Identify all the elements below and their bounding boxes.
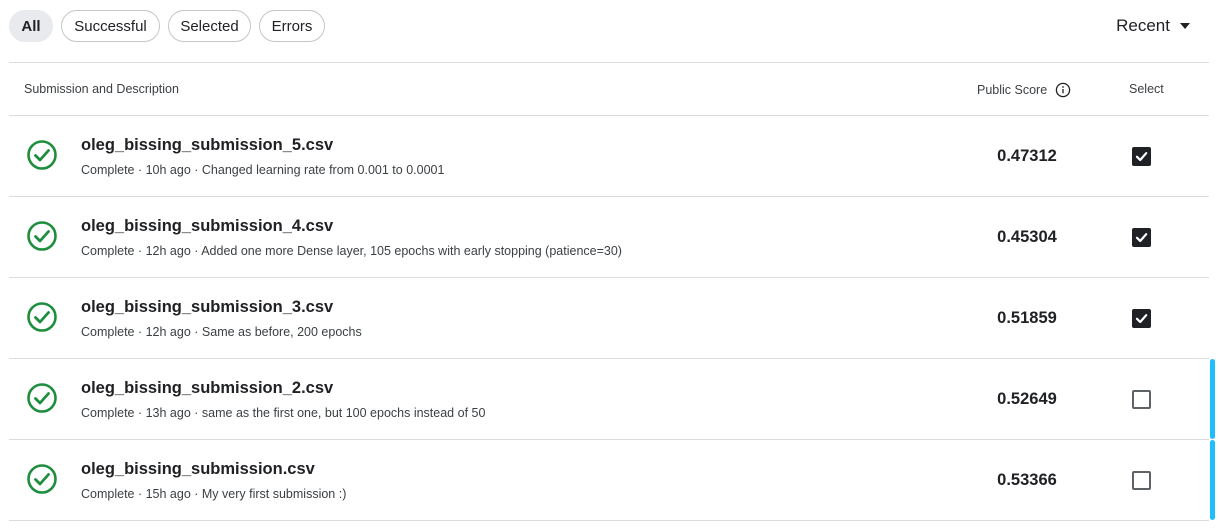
select-checkbox[interactable] bbox=[1132, 390, 1151, 409]
submission-file-name[interactable]: oleg_bissing_submission_4.csv bbox=[81, 217, 333, 236]
select-checkbox[interactable] bbox=[1132, 309, 1151, 328]
check-circle-icon bbox=[27, 464, 57, 494]
table-row: oleg_bissing_submission_2.csv Complete ·… bbox=[9, 359, 1215, 440]
filter-all[interactable]: All bbox=[9, 10, 53, 42]
select-checkbox[interactable] bbox=[1132, 471, 1151, 490]
public-score: 0.47312 bbox=[997, 147, 1057, 165]
submission-file-name[interactable]: oleg_bissing_submission_3.csv bbox=[81, 298, 333, 317]
submission-description: Complete · 13h ago · same as the first o… bbox=[81, 406, 486, 420]
submissions-table: Submission and Description Public Score … bbox=[9, 62, 1215, 521]
check-circle-icon bbox=[27, 383, 57, 413]
select-checkbox[interactable] bbox=[1132, 147, 1151, 166]
checkmark-icon bbox=[1135, 233, 1148, 243]
sort-dropdown[interactable]: Recent bbox=[1116, 16, 1190, 36]
filter-errors[interactable]: Errors bbox=[259, 10, 325, 42]
public-score: 0.52649 bbox=[997, 390, 1057, 408]
public-score: 0.45304 bbox=[997, 228, 1057, 246]
submission-description: Complete · 12h ago · Added one more Dens… bbox=[81, 244, 622, 258]
check-circle-icon bbox=[27, 302, 57, 332]
caret-down-icon bbox=[1180, 23, 1190, 29]
table-row: oleg_bissing_submission_4.csv Complete ·… bbox=[9, 197, 1209, 278]
submission-description: Complete · 10h ago · Changed learning ra… bbox=[81, 163, 445, 177]
checkmark-icon bbox=[1135, 152, 1148, 162]
submission-file-name[interactable]: oleg_bissing_submission_2.csv bbox=[81, 379, 333, 398]
filter-chips: All Successful Selected Errors bbox=[9, 10, 325, 42]
info-icon[interactable] bbox=[1055, 82, 1071, 98]
public-score: 0.51859 bbox=[997, 309, 1057, 327]
submission-description: Complete · 12h ago · Same as before, 200… bbox=[81, 325, 362, 339]
public-score: 0.53366 bbox=[997, 471, 1057, 489]
table-body: oleg_bissing_submission_5.csv Complete ·… bbox=[9, 116, 1215, 521]
check-circle-icon bbox=[27, 221, 57, 251]
header-score-label: Public Score bbox=[977, 83, 1048, 97]
check-circle-icon bbox=[27, 140, 57, 170]
header-score: Public Score bbox=[977, 82, 1071, 98]
table-row: oleg_bissing_submission_3.csv Complete ·… bbox=[9, 278, 1209, 359]
sort-label: Recent bbox=[1116, 16, 1170, 35]
submission-file-name[interactable]: oleg_bissing_submission_5.csv bbox=[81, 136, 333, 155]
table-row: oleg_bissing_submission.csv Complete · 1… bbox=[9, 440, 1215, 521]
header-description: Submission and Description bbox=[24, 82, 179, 96]
table-row: oleg_bissing_submission_5.csv Complete ·… bbox=[9, 116, 1209, 197]
submission-file-name[interactable]: oleg_bissing_submission.csv bbox=[81, 460, 315, 479]
filter-successful[interactable]: Successful bbox=[61, 10, 160, 42]
checkmark-icon bbox=[1135, 314, 1148, 324]
table-header: Submission and Description Public Score … bbox=[9, 63, 1209, 116]
submission-description: Complete · 15h ago · My very first submi… bbox=[81, 487, 347, 501]
filter-selected[interactable]: Selected bbox=[168, 10, 251, 42]
select-checkbox[interactable] bbox=[1132, 228, 1151, 247]
header-select: Select bbox=[1129, 82, 1164, 96]
